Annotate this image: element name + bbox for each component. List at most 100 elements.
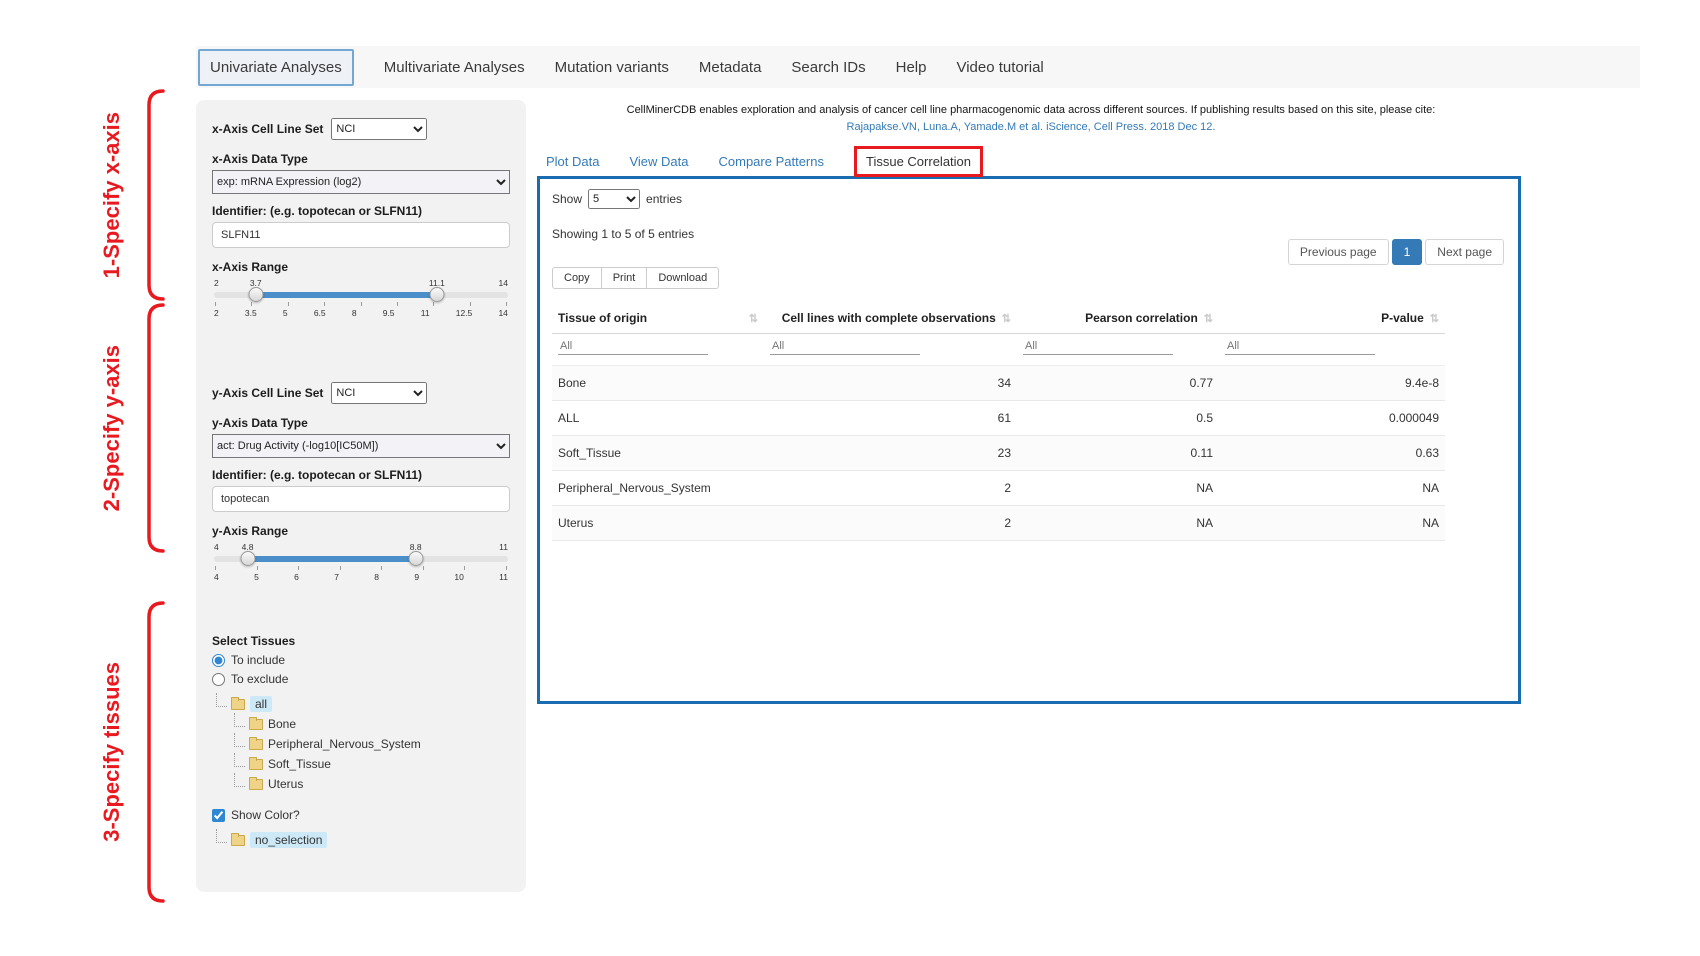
tab-metadata[interactable]: Metadata bbox=[699, 59, 762, 76]
show-color-row[interactable]: Show Color? bbox=[212, 808, 510, 822]
col-header-pearson[interactable]: Pearson correlation⇅ bbox=[1017, 303, 1219, 334]
analysis-subtabs: Plot Data View Data Compare Patterns Tis… bbox=[546, 146, 983, 177]
citation-link[interactable]: Rajapakse.VN, Luna.A, Yamade.M et al. iS… bbox=[540, 121, 1522, 133]
filter-tissue-input[interactable] bbox=[558, 338, 708, 355]
tab-univariate-analyses[interactable]: Univariate Analyses bbox=[198, 49, 354, 86]
tree-item-soft-tissue[interactable]: Soft_Tissue bbox=[268, 757, 331, 771]
y-identifier-label: Identifier: (e.g. topotecan or SLFN11) bbox=[212, 468, 510, 482]
tree-item-bone[interactable]: Bone bbox=[268, 717, 296, 731]
subtab-tissue-correlation[interactable]: Tissue Correlation bbox=[854, 146, 983, 177]
x-slider-track[interactable] bbox=[214, 292, 508, 298]
x-cell-line-set-label: x-Axis Cell Line Set bbox=[212, 122, 323, 136]
entries-label: entries bbox=[646, 192, 682, 206]
sort-icon[interactable]: ⇅ bbox=[1430, 312, 1439, 325]
cell-pearson: 0.77 bbox=[1017, 366, 1219, 401]
tissue-correlation-panel: Show 5 entries Showing 1 to 5 of 5 entri… bbox=[537, 176, 1521, 704]
sort-icon[interactable]: ⇅ bbox=[1002, 312, 1011, 325]
tab-search-ids[interactable]: Search IDs bbox=[791, 59, 865, 76]
entries-control: Show 5 entries bbox=[552, 189, 1506, 209]
tab-help[interactable]: Help bbox=[896, 59, 927, 76]
y-axis-range-slider[interactable]: 4 4.8 8.8 11 4 5 6 7 8 9 10 11 bbox=[214, 542, 508, 582]
x-slider-handle-high[interactable] bbox=[429, 287, 444, 302]
page-number-button[interactable]: 1 bbox=[1392, 239, 1423, 265]
citation-text: CellMinerCDB enables exploration and ana… bbox=[627, 104, 1436, 116]
top-nav: Univariate Analyses Multivariate Analyse… bbox=[196, 46, 1640, 88]
cell-count: 2 bbox=[764, 471, 1017, 506]
tree-item-peripheral-nervous-system[interactable]: Peripheral_Nervous_System bbox=[268, 737, 421, 751]
selection-tree: no_selection bbox=[216, 830, 510, 850]
bracket-step1 bbox=[144, 88, 168, 302]
tree-item-soft-tissue-row: Soft_Tissue bbox=[234, 754, 510, 774]
folder-icon bbox=[231, 699, 245, 710]
tree-item-bone-row: Bone bbox=[234, 714, 510, 734]
folder-icon bbox=[249, 779, 263, 790]
filter-cell-lines-input[interactable] bbox=[770, 338, 920, 355]
cell-pearson: NA bbox=[1017, 471, 1219, 506]
control-sidebar: x-Axis Cell Line Set NCI x-Axis Data Typ… bbox=[196, 100, 526, 892]
filter-pearson-input[interactable] bbox=[1023, 338, 1173, 355]
tab-multivariate-analyses[interactable]: Multivariate Analyses bbox=[384, 59, 525, 76]
y-slider-handle-high[interactable] bbox=[408, 551, 423, 566]
folder-icon bbox=[249, 719, 263, 730]
tissue-tree: all Bone Peripheral_Nervous_System Soft_… bbox=[216, 694, 510, 794]
x-slider-handle-low[interactable] bbox=[248, 287, 263, 302]
cell-pvalue: 9.4e-8 bbox=[1219, 366, 1445, 401]
y-data-type-select[interactable]: act: Drug Activity (-log10[IC50M]) bbox=[212, 434, 510, 458]
x-data-type-select[interactable]: exp: mRNA Expression (log2) bbox=[212, 170, 510, 194]
sort-icon[interactable]: ⇅ bbox=[749, 312, 758, 325]
cell-tissue: Bone bbox=[552, 366, 764, 401]
y-slider-handle-low[interactable] bbox=[240, 551, 255, 566]
cell-pvalue: NA bbox=[1219, 471, 1445, 506]
exclude-radio[interactable] bbox=[212, 673, 225, 686]
cell-count: 61 bbox=[764, 401, 1017, 436]
annotation-step2-label: 2-Specify y-axis bbox=[99, 345, 125, 511]
cell-tissue: Peripheral_Nervous_System bbox=[552, 471, 764, 506]
copy-button[interactable]: Copy bbox=[552, 267, 602, 289]
col-header-cell-lines[interactable]: Cell lines with complete observations⇅ bbox=[764, 303, 1017, 334]
tab-mutation-variants[interactable]: Mutation variants bbox=[555, 59, 669, 76]
x-axis-range-slider[interactable]: 2 3.7 11.1 14 2 3.5 5 6.5 8 9.5 11 12.5 … bbox=[214, 278, 508, 318]
y-data-type-label: y-Axis Data Type bbox=[212, 416, 510, 430]
bracket-step2 bbox=[144, 302, 168, 554]
x-slider-tick-labels: 2 3.5 5 6.5 8 9.5 11 12.5 14 bbox=[214, 308, 508, 318]
table-row: Bone 34 0.77 9.4e-8 bbox=[552, 366, 1445, 401]
y-identifier-input[interactable] bbox=[212, 486, 510, 512]
filter-pvalue-input[interactable] bbox=[1225, 338, 1375, 355]
show-color-checkbox[interactable] bbox=[212, 809, 225, 822]
next-page-button[interactable]: Next page bbox=[1425, 239, 1504, 265]
print-button[interactable]: Print bbox=[602, 267, 648, 289]
select-tissues-label: Select Tissues bbox=[212, 634, 510, 648]
entries-select[interactable]: 5 bbox=[588, 189, 640, 209]
cell-tissue: ALL bbox=[552, 401, 764, 436]
tree-item-no-selection[interactable]: no_selection bbox=[250, 832, 327, 848]
sort-icon[interactable]: ⇅ bbox=[1204, 312, 1213, 325]
col-header-pvalue[interactable]: P-value⇅ bbox=[1219, 303, 1445, 334]
table-row: Peripheral_Nervous_System 2 NA NA bbox=[552, 471, 1445, 506]
subtab-compare-patterns[interactable]: Compare Patterns bbox=[719, 154, 825, 169]
include-radio-row[interactable]: To include bbox=[212, 653, 510, 667]
tab-video-tutorial[interactable]: Video tutorial bbox=[956, 59, 1043, 76]
folder-icon bbox=[249, 739, 263, 750]
cell-tissue: Soft_Tissue bbox=[552, 436, 764, 471]
col-header-tissue-of-origin[interactable]: Tissue of origin⇅ bbox=[552, 303, 764, 334]
exclude-radio-row[interactable]: To exclude bbox=[212, 672, 510, 686]
tissue-correlation-table: Tissue of origin⇅ Cell lines with comple… bbox=[552, 303, 1445, 541]
y-slider-track[interactable] bbox=[214, 556, 508, 562]
tree-item-no-selection-row: no_selection bbox=[216, 830, 510, 850]
table-row: ALL 61 0.5 0.000049 bbox=[552, 401, 1445, 436]
subtab-view-data[interactable]: View Data bbox=[629, 154, 688, 169]
previous-page-button[interactable]: Previous page bbox=[1288, 239, 1389, 265]
cell-pvalue: 0.63 bbox=[1219, 436, 1445, 471]
x-cell-line-set-select[interactable]: NCI bbox=[331, 118, 427, 140]
y-slider-fill bbox=[248, 556, 416, 562]
y-cell-line-set-select[interactable]: NCI bbox=[331, 382, 427, 404]
include-radio[interactable] bbox=[212, 654, 225, 667]
tree-item-all[interactable]: all bbox=[250, 696, 272, 712]
y-slider-tick-labels: 4 5 6 7 8 9 10 11 bbox=[214, 572, 508, 582]
download-button[interactable]: Download bbox=[647, 267, 719, 289]
x-identifier-input[interactable] bbox=[212, 222, 510, 248]
tree-item-uterus[interactable]: Uterus bbox=[268, 777, 303, 791]
pagination: Previous page 1 Next page bbox=[1288, 239, 1504, 265]
tree-item-uterus-row: Uterus bbox=[234, 774, 510, 794]
subtab-plot-data[interactable]: Plot Data bbox=[546, 154, 599, 169]
